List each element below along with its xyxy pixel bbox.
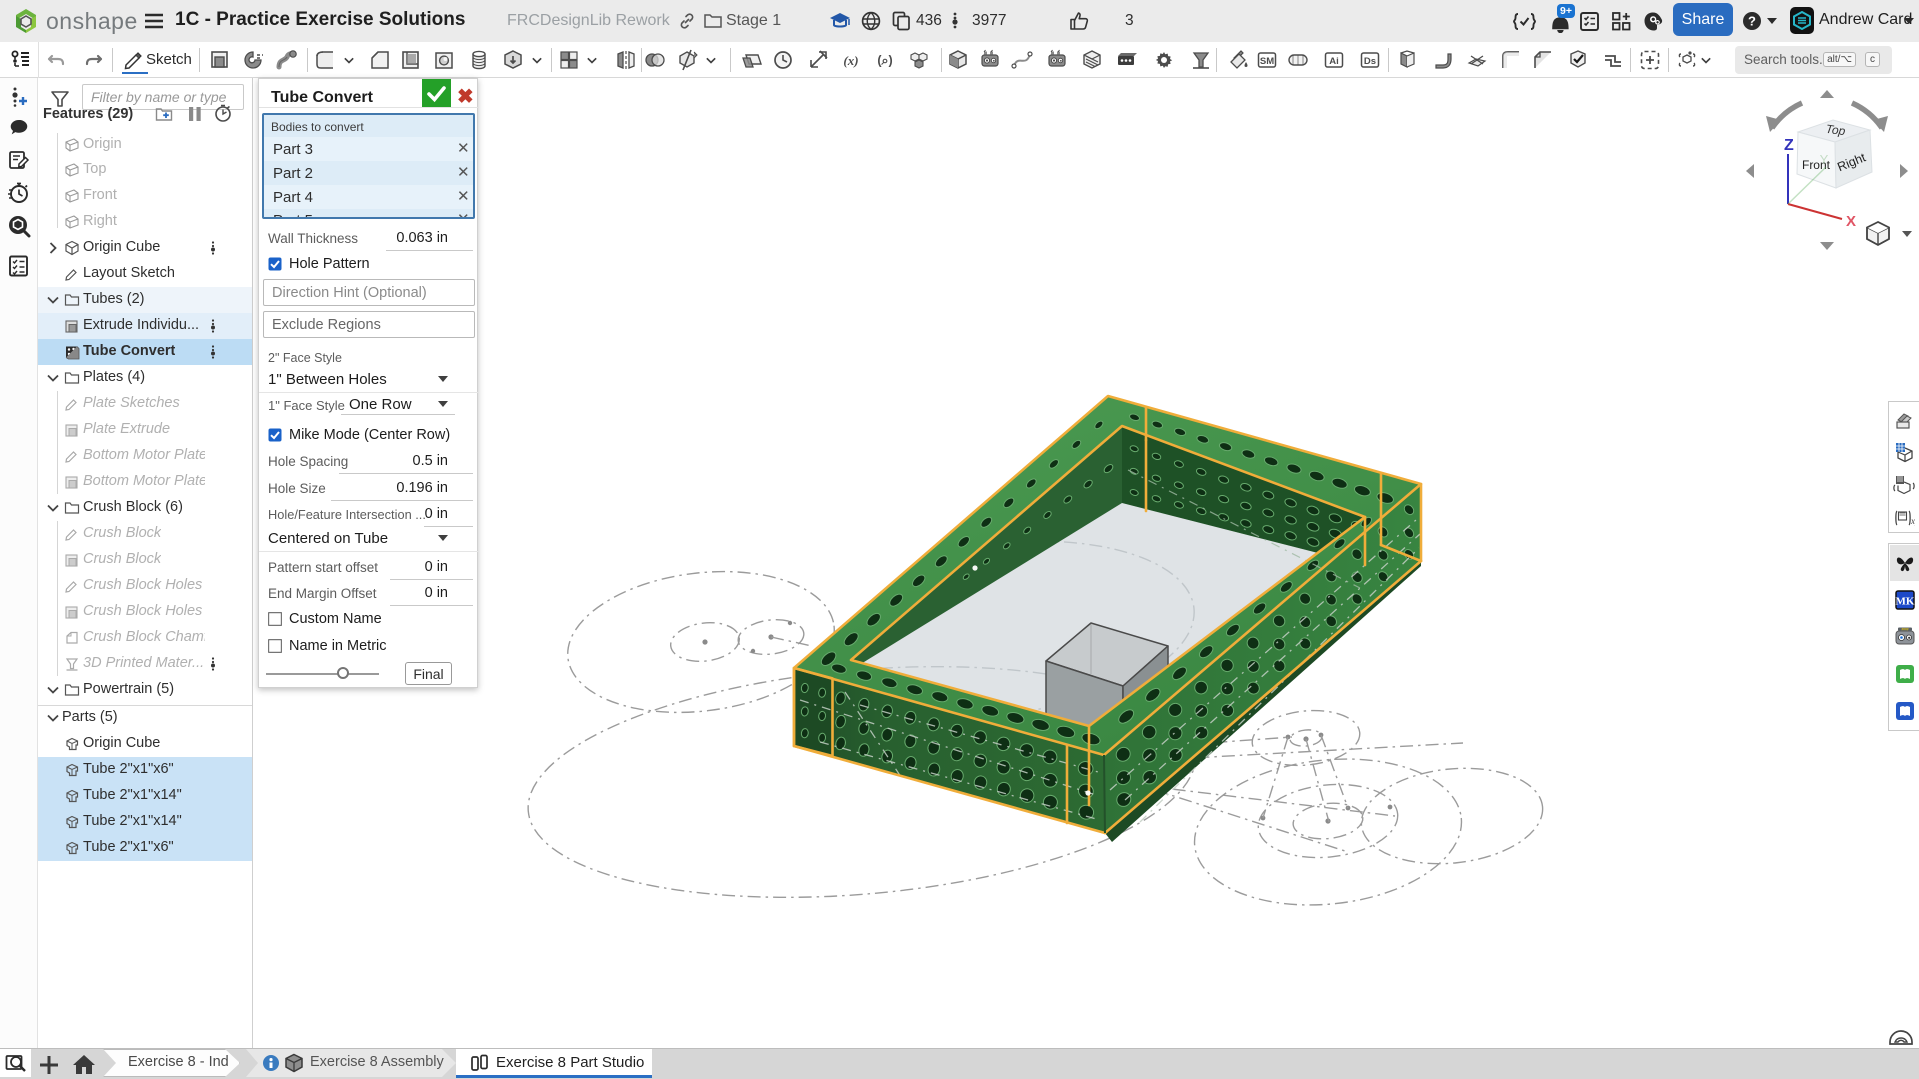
svg-text:SM: SM: [1260, 56, 1274, 67]
svg-text:Y: Y: [1820, 152, 1829, 167]
svg-text:?: ?: [1748, 14, 1756, 29]
svg-text:MK: MK: [1896, 596, 1915, 608]
svg-text:X: X: [1846, 213, 1856, 230]
svg-text:Top: Top: [1825, 122, 1847, 139]
svg-text:Z: Z: [1784, 137, 1794, 154]
svg-text:####: ####: [1901, 627, 1908, 631]
svg-text:Ds: Ds: [1364, 56, 1376, 67]
svg-text:Ai: Ai: [1329, 56, 1339, 67]
svg-text:(⌕): (⌕): [877, 54, 892, 68]
svg-text:x): x): [1910, 516, 1915, 526]
svg-text:(x): (x): [843, 53, 858, 68]
